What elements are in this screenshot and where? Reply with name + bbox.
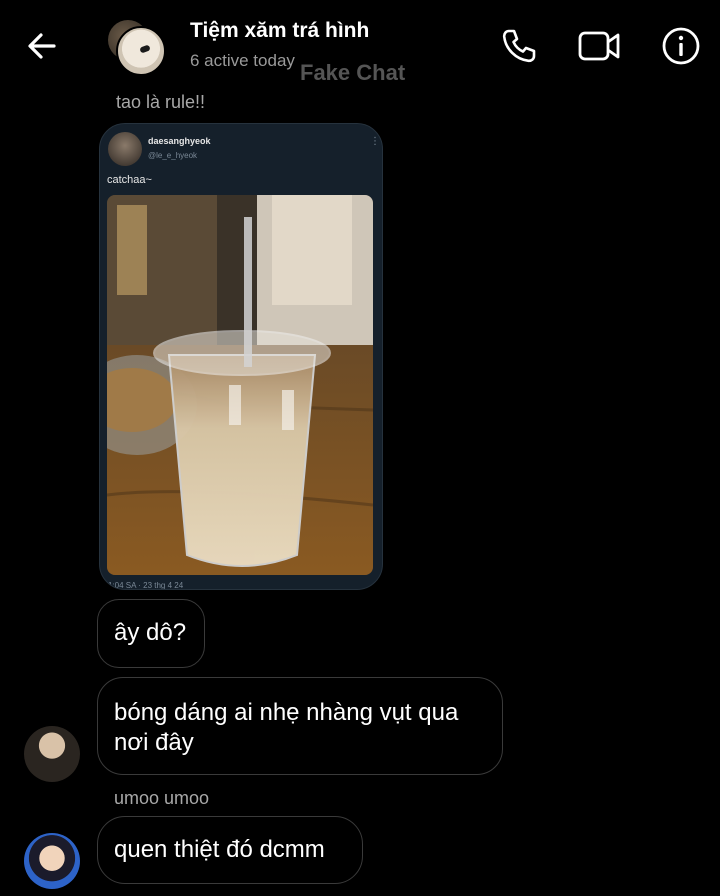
message-bubble[interactable]: bóng dáng ai nhẹ nhàng vụt qua nơi đây — [97, 677, 503, 775]
message-bubble[interactable]: quen thiệt đó dcmm — [97, 816, 363, 884]
group-avatar-front — [116, 26, 166, 76]
iced-coffee-photo — [107, 195, 373, 575]
video-camera-icon[interactable] — [577, 24, 621, 68]
more-options-icon: ⋮ — [370, 136, 380, 147]
tweet-author-avatar — [108, 132, 142, 166]
active-status: 6 active today — [190, 51, 295, 70]
chat-header: Tiệm xăm trá hình 6 active today Fake Ch… — [0, 0, 720, 92]
tweet-timestamp: 1:04 SA · 23 thg 4 24 — [108, 581, 184, 590]
tweet-author-handle: @le_e_hyeok — [148, 151, 198, 160]
tweet-author-name: daesanghyeok — [148, 136, 211, 146]
sender-avatar[interactable] — [24, 833, 80, 889]
shared-tweet-card[interactable]: daesanghyeok @le_e_hyeok ⋮ catchaa~ 1:04… — [99, 123, 383, 590]
sender-name-label: umoo umoo — [114, 788, 210, 808]
info-icon[interactable] — [659, 24, 703, 68]
tweet-text: catchaa~ — [107, 174, 152, 186]
sender-avatar[interactable] — [24, 726, 80, 782]
phone-icon[interactable] — [497, 24, 541, 68]
watermark: Fake Chat — [300, 60, 406, 85]
message-bubble[interactable]: ây dô? — [97, 599, 205, 668]
group-avatar[interactable] — [108, 20, 166, 76]
back-arrow-icon[interactable] — [22, 26, 62, 66]
iced-coffee-image — [107, 195, 373, 575]
sender-name-label: tao là rule!! — [116, 92, 206, 112]
chat-title[interactable]: Tiệm xăm trá hình — [190, 19, 369, 43]
